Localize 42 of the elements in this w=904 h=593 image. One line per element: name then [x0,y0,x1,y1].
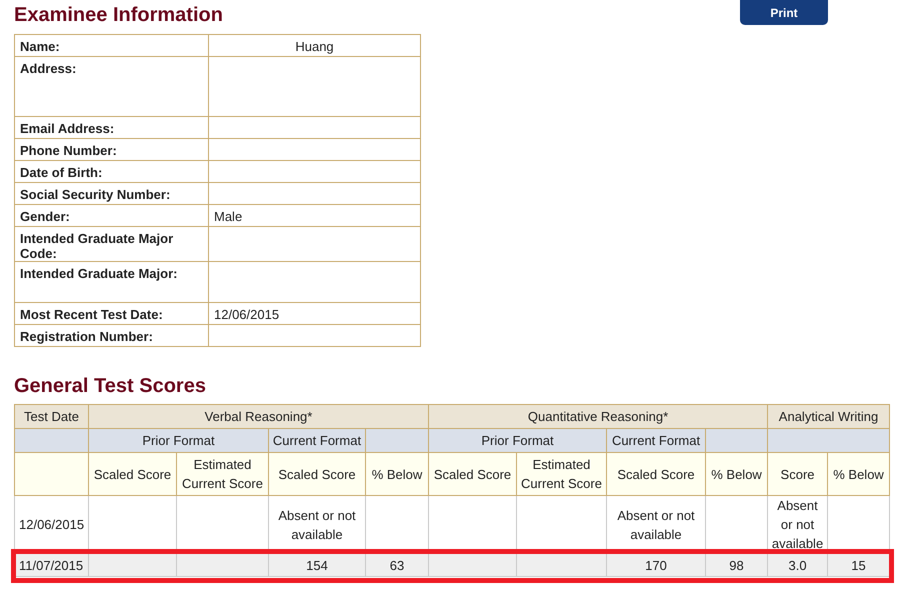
column-group-header: Quantitative Reasoning* [428,404,768,428]
table-cell: 170 [606,554,706,576]
table-cell: 154 [268,554,366,576]
field-label: Intended Graduate Major: [14,262,208,302]
print-button[interactable]: Print [740,0,828,25]
field-label: Email Address: [14,116,208,138]
field-label: Address: [14,56,208,116]
table-cell: 98 [706,554,768,576]
field-value: Male [208,204,420,226]
field-label: Phone Number: [14,138,208,160]
column-header: Scaled Score [606,452,706,496]
table-cell: 15 [828,554,890,576]
field-label: Most Recent Test Date: [14,302,208,324]
field-label: Name: [14,34,208,56]
field-label: Date of Birth: [14,160,208,182]
column-header: % Below [828,452,890,496]
column-header: Scaled Score [428,452,517,496]
column-header: Estimated Current Score [176,452,268,496]
format-header: Current Format [606,428,706,452]
format-header: Prior Format [88,428,268,452]
field-value: Huang [208,34,420,56]
column-header: Test Date [14,404,88,428]
table-cell: 11/07/2015 [14,554,88,576]
column-header: Scaled Score [88,452,176,496]
format-header: Prior Format [428,428,607,452]
column-header: Scaled Score [268,452,366,496]
section-title: Examinee Information [14,4,223,27]
column-group-header: Verbal Reasoning* [88,404,429,428]
field-label: Registration Number: [14,324,208,346]
column-group-header: Analytical Writing [768,404,890,428]
field-value: 12/06/2015 [208,302,420,324]
field-label: Gender: [14,204,208,226]
format-header: Current Format [268,428,366,452]
field-label: Social Security Number: [14,182,208,204]
table-cell: 3.0 [768,554,828,576]
section-title: General Test Scores [14,375,207,398]
column-header: Estimated Current Score [516,452,607,496]
column-header: % Below [706,452,768,496]
column-header: Score [768,452,828,496]
field-label: Intended Graduate Major Code: [14,226,208,262]
column-header: % Below [366,452,429,496]
table-cell: 63 [366,554,429,576]
